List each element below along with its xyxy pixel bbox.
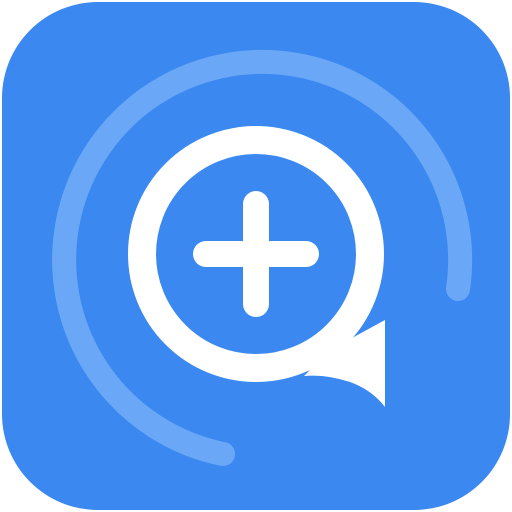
app-icon-canvas: [0, 0, 512, 512]
app-icon: [2, 2, 510, 510]
